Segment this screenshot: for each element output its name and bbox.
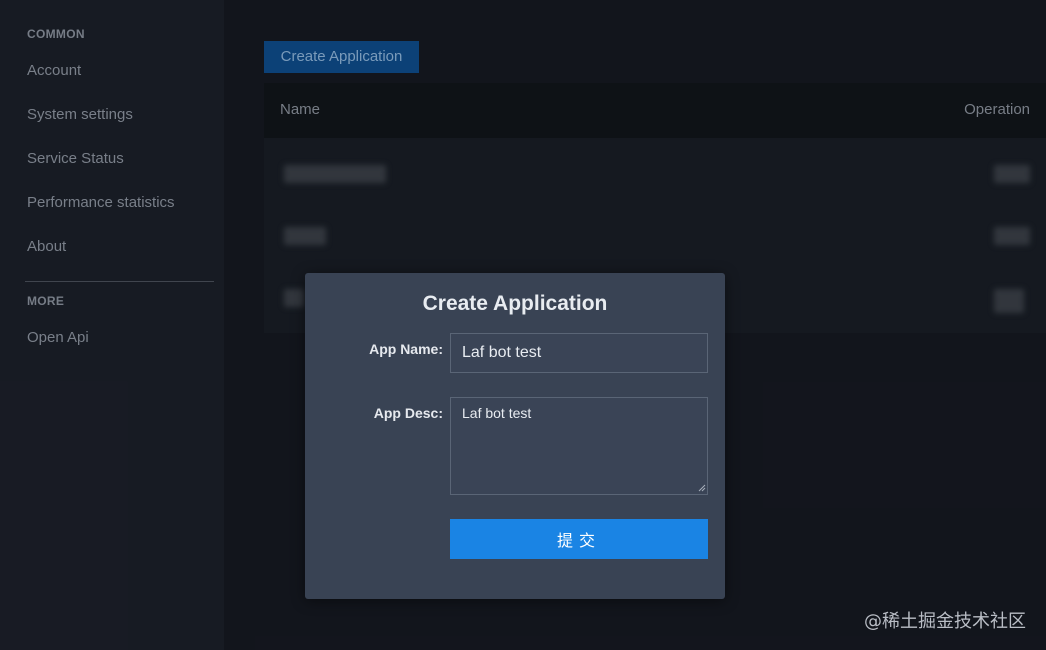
dialog-title: Create Application bbox=[422, 292, 608, 315]
app-root: COMMON Account System settings Service S… bbox=[0, 0, 1046, 650]
watermark: @稀土掘金技术社区 bbox=[864, 611, 1026, 632]
app-name-label: App Name: bbox=[369, 341, 443, 357]
app-name-input[interactable] bbox=[450, 333, 708, 373]
submit-button[interactable]: 提交 bbox=[450, 519, 708, 559]
resize-grip-icon[interactable] bbox=[698, 484, 706, 492]
create-application-dialog: Create Application App Name: App Desc: L… bbox=[305, 273, 725, 599]
app-desc-textarea[interactable]: Laf bot test bbox=[450, 397, 708, 495]
app-desc-label: App Desc: bbox=[373, 405, 443, 421]
